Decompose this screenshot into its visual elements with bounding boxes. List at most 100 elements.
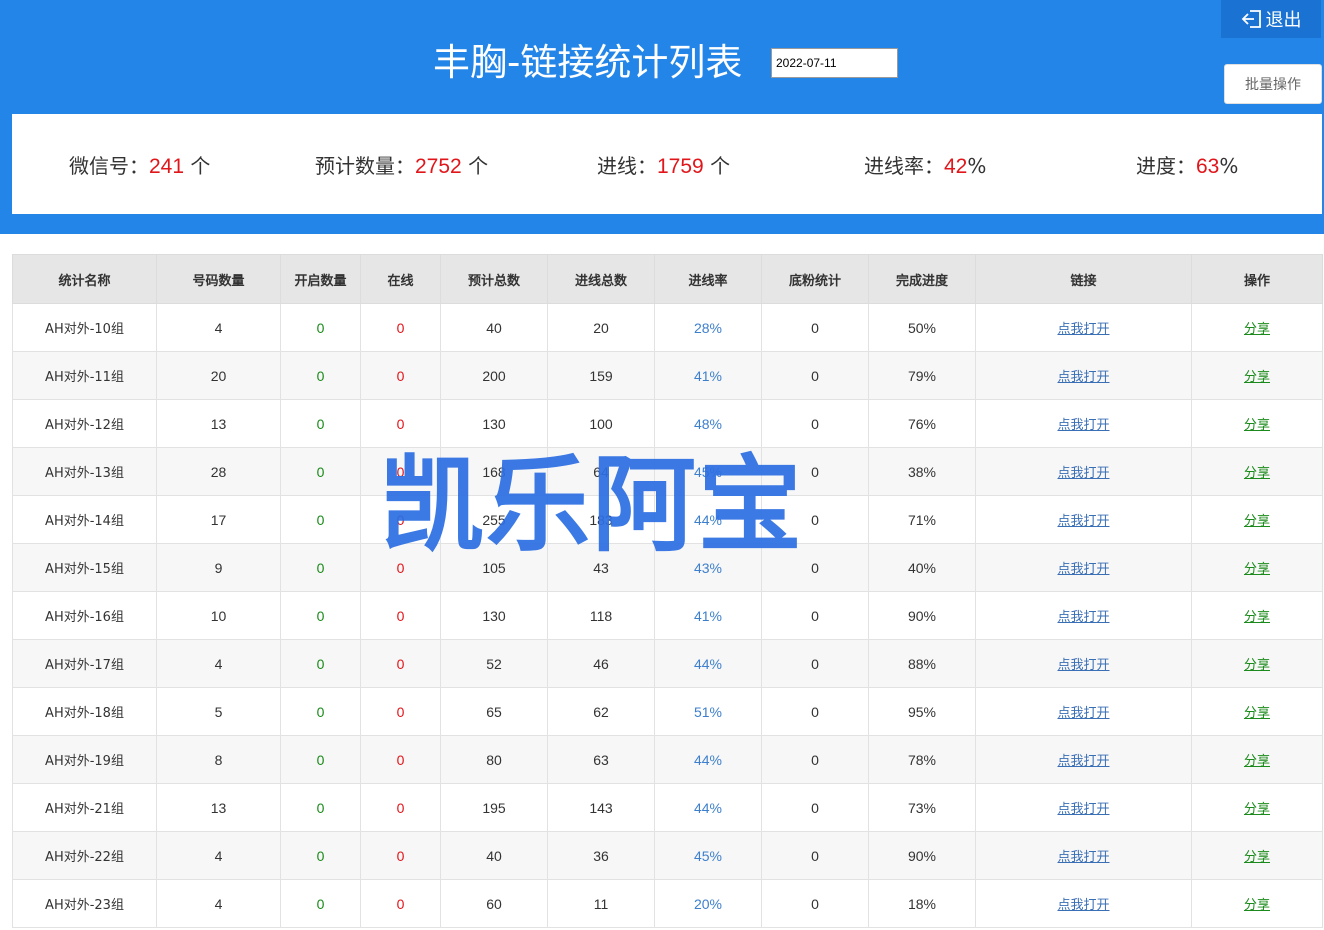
open-link[interactable]: 点我打开 (1057, 898, 1109, 913)
share-link[interactable]: 分享 (1244, 658, 1270, 673)
cell-base-value: 0 (811, 847, 819, 864)
cell-online: 0 (360, 351, 441, 400)
table-row: AH对外-11组 20 0 0 200 159 41% 0 79% 点我打开 分享 (12, 351, 1323, 400)
cell-incoming: 43 (547, 543, 655, 592)
column-header-enabled: 开启数量 (280, 254, 361, 304)
cell-rate: 44% (654, 495, 762, 544)
cell-expected-value: 40 (486, 847, 502, 864)
cell-link: 点我打开 (975, 495, 1192, 544)
cell-expected-value: 80 (486, 751, 502, 768)
cell-numbers-value: 20 (210, 367, 227, 384)
logout-button[interactable]: 退出 (1221, 0, 1321, 38)
cell-online-value: 0 (396, 799, 405, 816)
share-link[interactable]: 分享 (1244, 754, 1270, 769)
cell-action: 分享 (1191, 735, 1323, 784)
cell-progress: 38% (868, 447, 976, 496)
cell-name-value: AH对外-19组 (45, 754, 124, 769)
cell-online: 0 (360, 447, 441, 496)
cell-link: 点我打开 (975, 687, 1192, 736)
cell-expected-value: 195 (482, 799, 506, 816)
stat-incoming-unit: 个 (703, 154, 731, 178)
cell-base: 0 (761, 687, 869, 736)
share-link[interactable]: 分享 (1244, 322, 1270, 337)
date-input[interactable] (771, 48, 898, 78)
column-header-numbers: 号码数量 (156, 254, 281, 304)
cell-online-value: 0 (396, 367, 405, 384)
cell-enabled: 0 (280, 783, 361, 832)
cell-numbers: 5 (156, 687, 281, 736)
table-row: AH对外-18组 5 0 0 65 62 51% 0 95% 点我打开 分享 (12, 687, 1323, 736)
open-link[interactable]: 点我打开 (1057, 418, 1109, 433)
open-link[interactable]: 点我打开 (1057, 322, 1109, 337)
cell-name: AH对外-15组 (12, 543, 157, 592)
cell-name-value: AH对外-16组 (45, 610, 124, 625)
cell-progress: 79% (868, 351, 976, 400)
table-row: AH对外-15组 9 0 0 105 43 43% 0 40% 点我打开 分享 (12, 543, 1323, 592)
open-link[interactable]: 点我打开 (1057, 514, 1109, 529)
cell-rate: 44% (654, 639, 762, 688)
cell-name-value: AH对外-21组 (45, 802, 124, 817)
share-link[interactable]: 分享 (1244, 562, 1270, 577)
cell-link: 点我打开 (975, 543, 1192, 592)
open-link[interactable]: 点我打开 (1057, 610, 1109, 625)
cell-rate: 43% (654, 543, 762, 592)
cell-enabled: 0 (280, 447, 361, 496)
cell-numbers-value: 13 (210, 799, 227, 816)
cell-progress-value: 38% (907, 463, 937, 480)
cell-link: 点我打开 (975, 639, 1192, 688)
cell-incoming-value: 46 (593, 655, 609, 672)
cell-base-value: 0 (811, 367, 819, 384)
share-link[interactable]: 分享 (1244, 850, 1270, 865)
cell-link: 点我打开 (975, 879, 1192, 928)
table-row: AH对外-12组 13 0 0 130 100 48% 0 76% 点我打开 分享 (12, 399, 1323, 448)
batch-operation-button[interactable]: 批量操作 (1224, 64, 1322, 104)
cell-rate-value: 48% (693, 415, 723, 432)
cell-incoming: 159 (547, 351, 655, 400)
cell-rate: 44% (654, 783, 762, 832)
page-title: 丰胸-链接统计列表 (433, 41, 743, 84)
open-link[interactable]: 点我打开 (1057, 658, 1109, 673)
column-header-action: 操作 (1191, 254, 1323, 304)
share-link[interactable]: 分享 (1244, 466, 1270, 481)
share-link[interactable]: 分享 (1244, 802, 1270, 817)
open-link[interactable]: 点我打开 (1057, 754, 1109, 769)
cell-online: 0 (360, 399, 441, 448)
open-link[interactable]: 点我打开 (1057, 706, 1109, 721)
cell-enabled-value: 0 (316, 847, 325, 864)
cell-name: AH对外-17组 (12, 639, 157, 688)
cell-rate: 51% (654, 687, 762, 736)
cell-progress: 95% (868, 687, 976, 736)
open-link[interactable]: 点我打开 (1057, 562, 1109, 577)
cell-online-value: 0 (396, 895, 405, 912)
cell-link: 点我打开 (975, 303, 1192, 352)
share-link[interactable]: 分享 (1244, 706, 1270, 721)
cell-link: 点我打开 (975, 399, 1192, 448)
cell-enabled-value: 0 (316, 559, 325, 576)
cell-progress-value: 95% (907, 703, 937, 720)
share-link[interactable]: 分享 (1244, 610, 1270, 625)
cell-name: AH对外-10组 (12, 303, 157, 352)
cell-numbers: 4 (156, 879, 281, 928)
cell-rate-value: 45% (693, 847, 723, 864)
cell-name: AH对外-22组 (12, 831, 157, 880)
cell-incoming: 118 (547, 591, 655, 640)
cell-base: 0 (761, 399, 869, 448)
share-link[interactable]: 分享 (1244, 514, 1270, 529)
open-link[interactable]: 点我打开 (1057, 370, 1109, 385)
open-link[interactable]: 点我打开 (1057, 802, 1109, 817)
open-link[interactable]: 点我打开 (1057, 850, 1109, 865)
cell-numbers-value: 4 (214, 655, 223, 672)
cell-enabled-value: 0 (316, 655, 325, 672)
cell-online: 0 (360, 639, 441, 688)
cell-name-value: AH对外-10组 (45, 322, 124, 337)
share-link[interactable]: 分享 (1244, 898, 1270, 913)
cell-progress: 40% (868, 543, 976, 592)
share-link[interactable]: 分享 (1244, 370, 1270, 385)
open-link[interactable]: 点我打开 (1057, 466, 1109, 481)
stat-incoming-value: 1759 (657, 155, 704, 178)
cell-online: 0 (360, 687, 441, 736)
share-link[interactable]: 分享 (1244, 418, 1270, 433)
cell-progress-value: 71% (907, 511, 937, 528)
cell-base: 0 (761, 303, 869, 352)
cell-rate: 41% (654, 351, 762, 400)
